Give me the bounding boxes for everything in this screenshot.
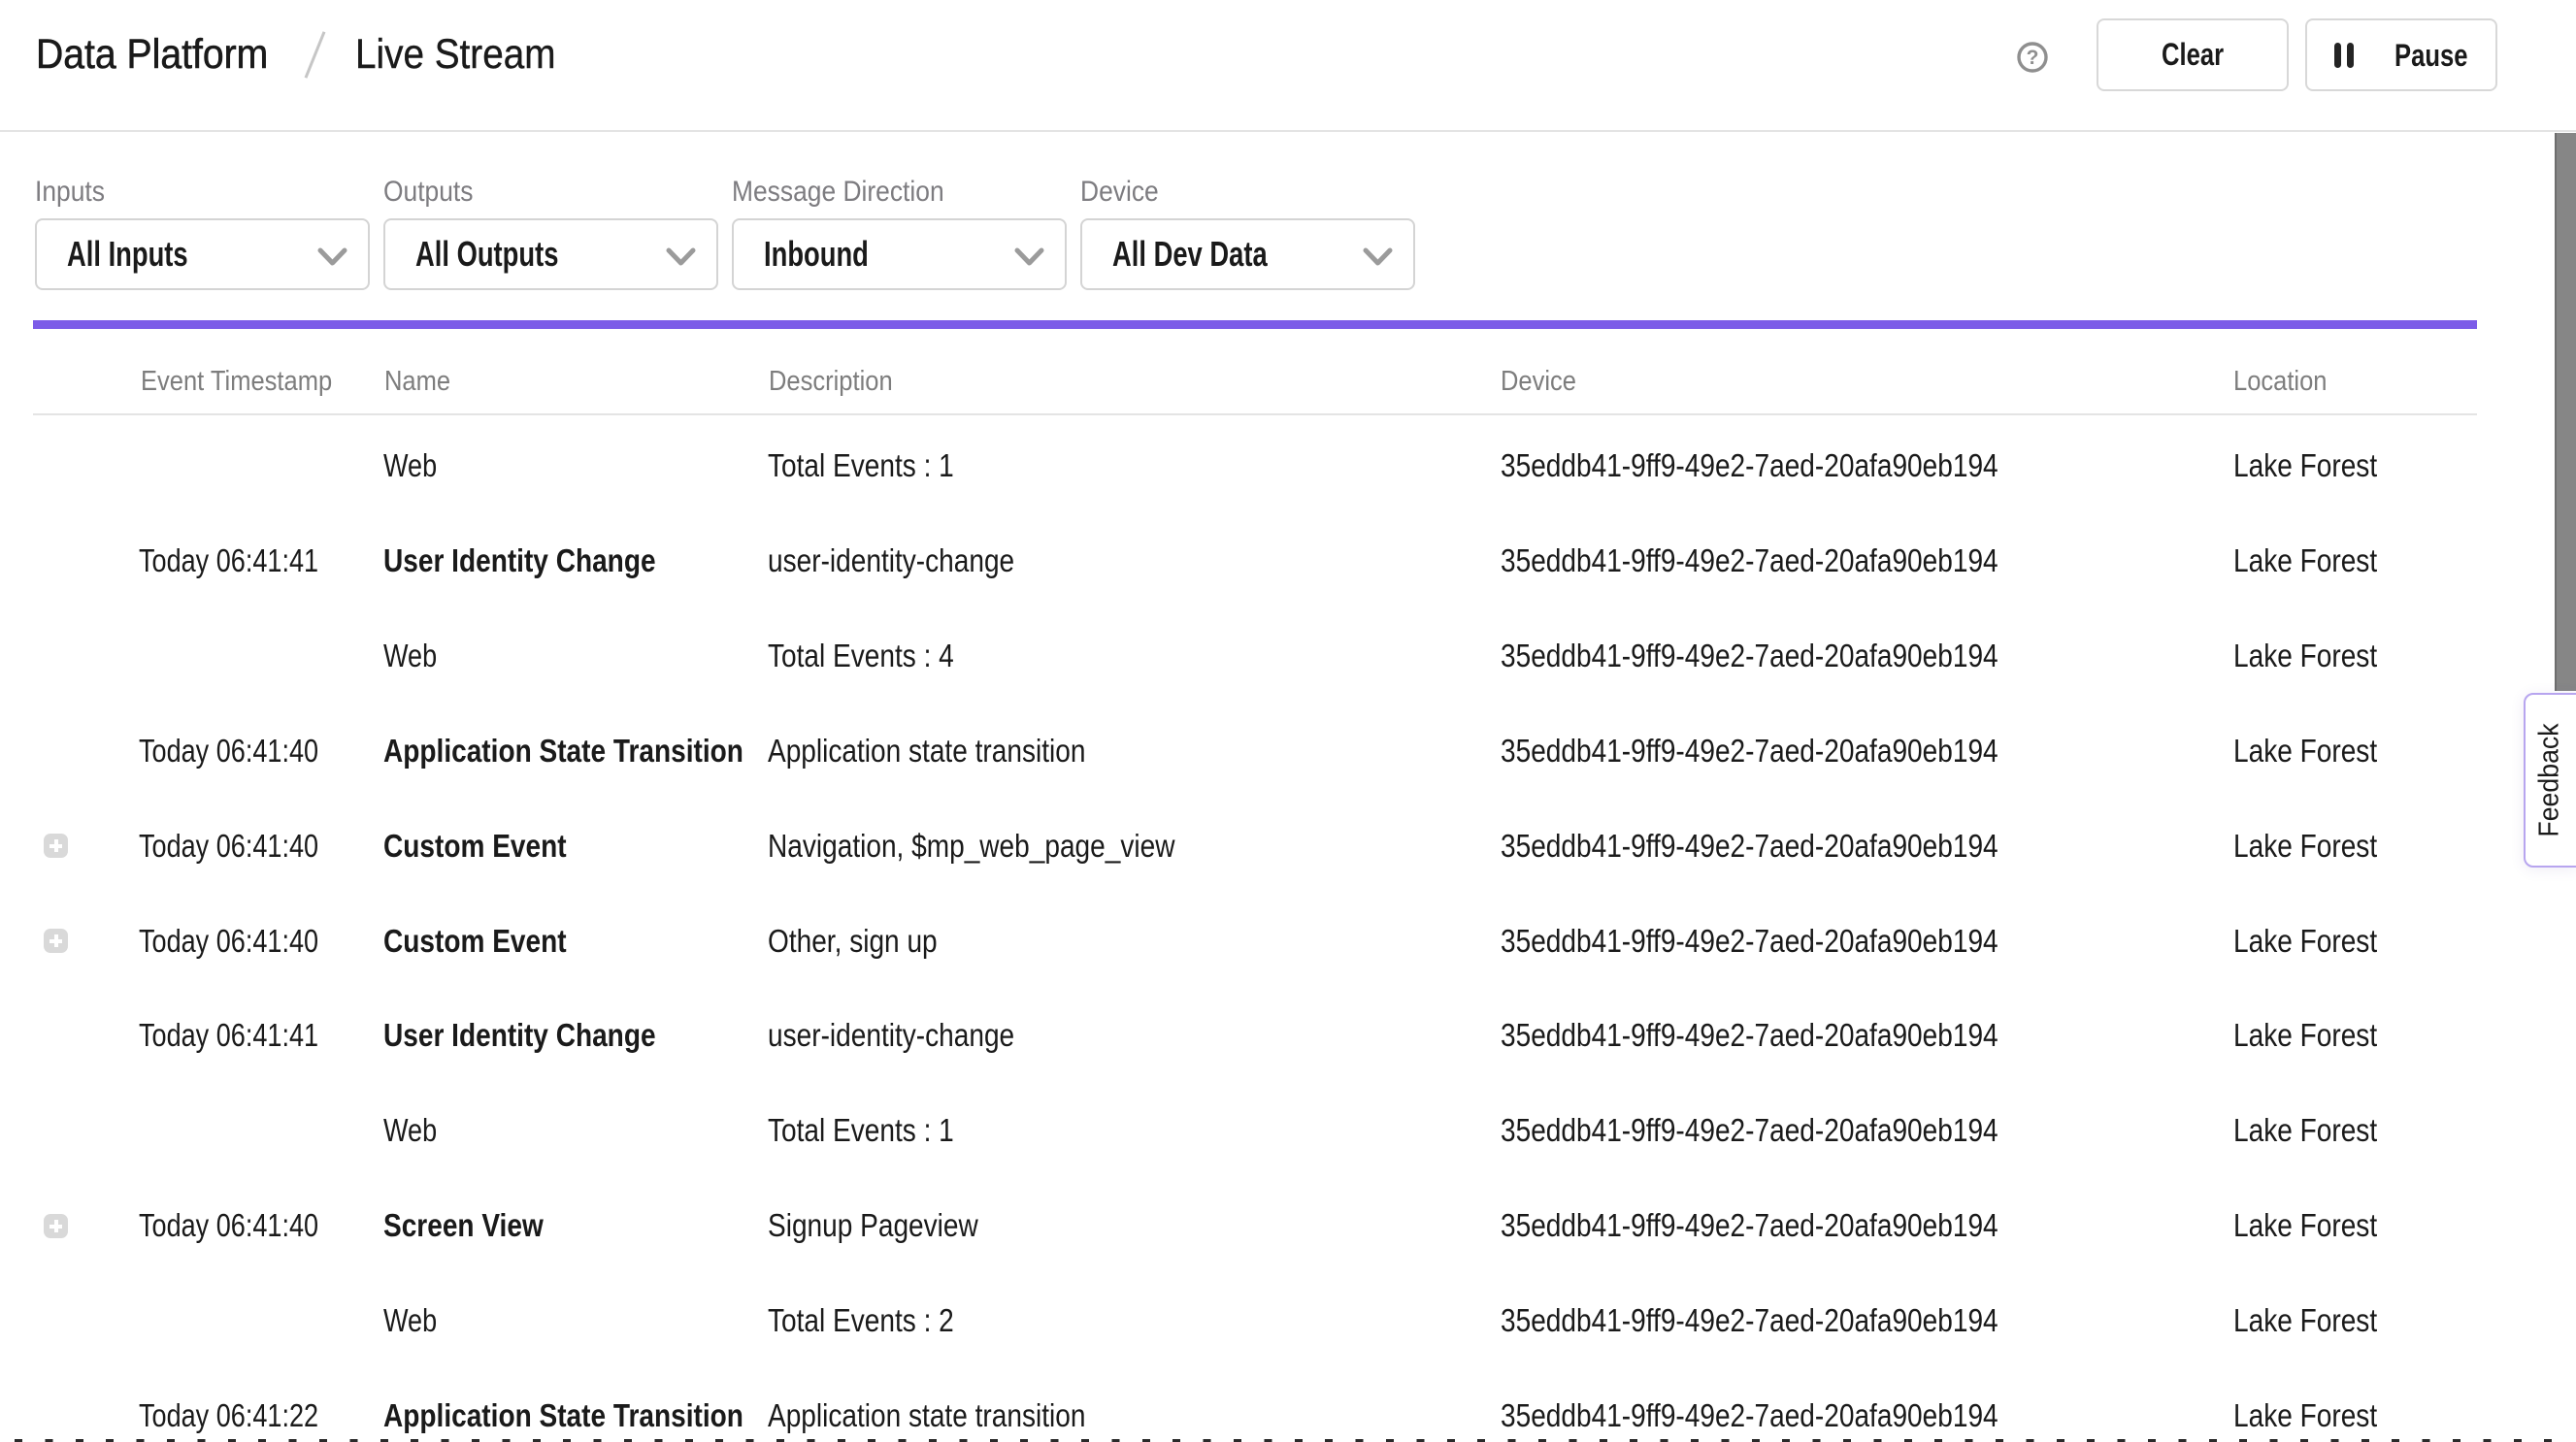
svg-text:?: ? bbox=[2027, 47, 2039, 69]
